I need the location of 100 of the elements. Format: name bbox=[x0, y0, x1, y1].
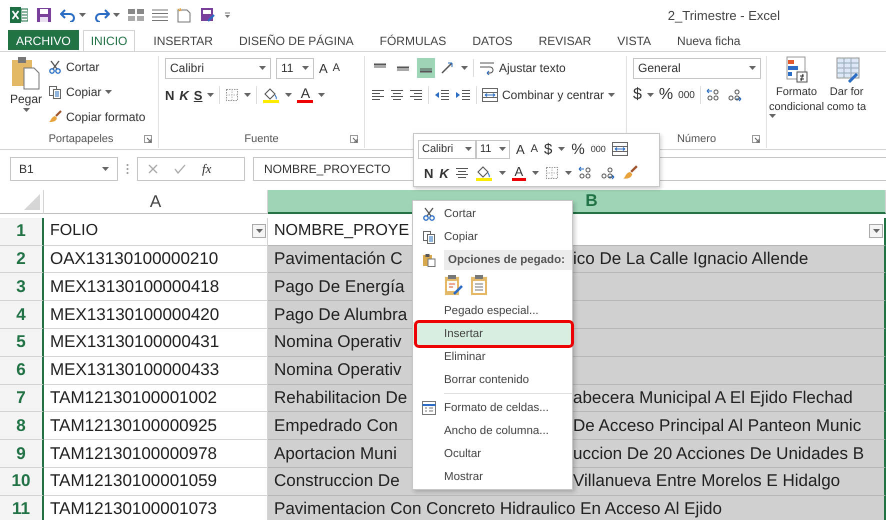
currency-button[interactable]: $ bbox=[633, 86, 642, 104]
menu-item[interactable]: Insertar bbox=[413, 322, 572, 345]
caret-icon[interactable] bbox=[872, 229, 880, 234]
caret-icon[interactable] bbox=[318, 93, 326, 97]
caret-icon[interactable] bbox=[564, 171, 572, 175]
fill-color-icon[interactable] bbox=[474, 165, 493, 181]
paste-button[interactable]: Pegar bbox=[10, 56, 42, 130]
new-note-icon[interactable] bbox=[176, 7, 192, 23]
font-color-button[interactable]: A bbox=[297, 87, 314, 103]
row-header[interactable]: 8 bbox=[0, 412, 44, 440]
customize-toolbar-icon[interactable] bbox=[224, 12, 231, 18]
merge-cells-icon[interactable] bbox=[612, 142, 628, 156]
caret-icon[interactable] bbox=[532, 171, 539, 175]
grow-font-button[interactable]: A bbox=[319, 60, 328, 76]
caret-icon[interactable] bbox=[461, 66, 468, 70]
merge-center-button[interactable]: Combinar y centrar bbox=[482, 84, 616, 106]
fill-color-icon[interactable] bbox=[262, 87, 280, 103]
caret-icon[interactable] bbox=[102, 167, 109, 171]
increase-indent-icon[interactable] bbox=[455, 89, 471, 101]
caret-icon[interactable] bbox=[608, 93, 616, 97]
menu-item[interactable]: Pegado especial... bbox=[413, 299, 572, 322]
row-header[interactable]: 7 bbox=[0, 384, 44, 412]
paintbrush-icon[interactable] bbox=[48, 110, 62, 124]
align-center-icon[interactable] bbox=[454, 167, 469, 179]
italic-button[interactable]: K bbox=[179, 88, 189, 102]
currency-button[interactable]: $ bbox=[544, 140, 552, 158]
caret-icon[interactable] bbox=[646, 93, 654, 97]
menu-item[interactable]: Ancho de columna... bbox=[413, 419, 572, 442]
conditional-format-button[interactable]: Formato condicional bbox=[769, 56, 824, 148]
caret-icon[interactable] bbox=[302, 66, 309, 70]
ribbon-tab[interactable]: DATOS bbox=[464, 30, 521, 50]
caret-icon[interactable] bbox=[498, 171, 506, 175]
paintbrush-icon[interactable] bbox=[622, 165, 638, 181]
decrease-decimal-icon[interactable] bbox=[726, 88, 743, 102]
dialog-launcher-icon[interactable] bbox=[752, 135, 760, 143]
align-left-icon[interactable] bbox=[371, 89, 385, 101]
row-header[interactable]: 10 bbox=[0, 468, 44, 496]
caret-icon[interactable] bbox=[22, 108, 30, 112]
ribbon-tab[interactable]: INSERTAR bbox=[145, 30, 221, 50]
percent-button[interactable]: % bbox=[571, 140, 585, 158]
ribbon-tab[interactable]: DISEÑO DE PÁGINA bbox=[230, 30, 362, 50]
list-icon[interactable] bbox=[152, 9, 168, 21]
caret-icon[interactable] bbox=[105, 90, 112, 94]
ribbon-tab[interactable]: INICIO bbox=[82, 30, 136, 51]
undo-icon[interactable] bbox=[60, 8, 76, 22]
caret-icon[interactable] bbox=[244, 93, 252, 97]
caret-icon[interactable] bbox=[259, 66, 266, 70]
format-painter-button[interactable]: Copiar formato bbox=[48, 106, 146, 128]
cut-button[interactable]: Cortar bbox=[48, 56, 146, 78]
decrease-indent-icon[interactable] bbox=[434, 89, 450, 101]
italic-button[interactable]: K bbox=[439, 166, 449, 180]
caret-icon[interactable] bbox=[499, 147, 506, 151]
file-tab[interactable]: ARCHIVO bbox=[8, 30, 79, 50]
font-color-button[interactable]: A bbox=[512, 166, 526, 180]
wrap-text-button[interactable]: Ajustar texto bbox=[479, 57, 566, 79]
merge-cells-icon[interactable] bbox=[482, 88, 498, 102]
borders-icon[interactable] bbox=[544, 166, 559, 180]
align-right-icon[interactable] bbox=[409, 89, 423, 101]
row-header[interactable]: 5 bbox=[0, 328, 44, 357]
format-as-table-button[interactable]: Dar for como ta bbox=[827, 56, 866, 148]
row-header[interactable]: 1 bbox=[0, 218, 44, 246]
font-size-dropdown[interactable]: 11 bbox=[276, 58, 314, 78]
menu-item[interactable]: Mostrar bbox=[413, 465, 572, 488]
menu-item[interactable]: Copiar bbox=[413, 225, 572, 248]
row-header[interactable]: 3 bbox=[0, 273, 44, 302]
bold-button[interactable]: N bbox=[165, 88, 174, 102]
thousands-button[interactable]: 000 bbox=[590, 144, 606, 154]
thousands-button[interactable]: 000 bbox=[678, 90, 695, 100]
font-name-dropdown[interactable]: Calibri bbox=[165, 58, 271, 78]
edit-sheet-icon[interactable] bbox=[200, 7, 216, 23]
row-header[interactable]: 9 bbox=[0, 440, 44, 468]
caret-icon[interactable] bbox=[256, 229, 262, 234]
paste-values-icon[interactable] bbox=[470, 274, 488, 296]
dialog-launcher-icon[interactable] bbox=[144, 135, 152, 143]
shrink-font-button[interactable]: A bbox=[530, 143, 538, 155]
row-header[interactable]: 4 bbox=[0, 301, 44, 329]
paste-formatting-icon[interactable] bbox=[444, 274, 464, 296]
check-icon[interactable] bbox=[174, 164, 186, 174]
insert-function-button[interactable]: fx bbox=[202, 161, 212, 177]
caret-icon[interactable] bbox=[207, 93, 214, 97]
decrease-decimal-icon[interactable] bbox=[600, 166, 616, 180]
ribbon-tab[interactable]: REVISAR bbox=[530, 30, 600, 50]
row-header[interactable]: 11 bbox=[0, 496, 44, 520]
align-center-icon[interactable] bbox=[390, 89, 404, 101]
caret-icon[interactable] bbox=[769, 114, 776, 118]
grow-font-button[interactable]: A bbox=[516, 142, 525, 156]
bold-button[interactable]: N bbox=[424, 166, 434, 180]
column-header[interactable]: A bbox=[44, 190, 268, 214]
vertical-align-button[interactable] bbox=[417, 58, 435, 78]
save-icon[interactable] bbox=[36, 7, 52, 23]
redo-icon[interactable] bbox=[94, 8, 110, 22]
font-size-dropdown[interactable]: 11 bbox=[476, 140, 510, 158]
ribbon-tab[interactable]: FÓRMULAS bbox=[372, 30, 454, 50]
caret-icon[interactable] bbox=[79, 13, 86, 17]
copy-button[interactable]: Copiar bbox=[48, 81, 146, 103]
menu-item[interactable]: Ocultar bbox=[413, 442, 572, 465]
shrink-font-button[interactable]: A bbox=[332, 62, 340, 74]
caret-icon[interactable] bbox=[465, 147, 472, 151]
number-format-dropdown[interactable]: General bbox=[633, 58, 761, 78]
name-box[interactable]: B1 bbox=[10, 157, 118, 181]
